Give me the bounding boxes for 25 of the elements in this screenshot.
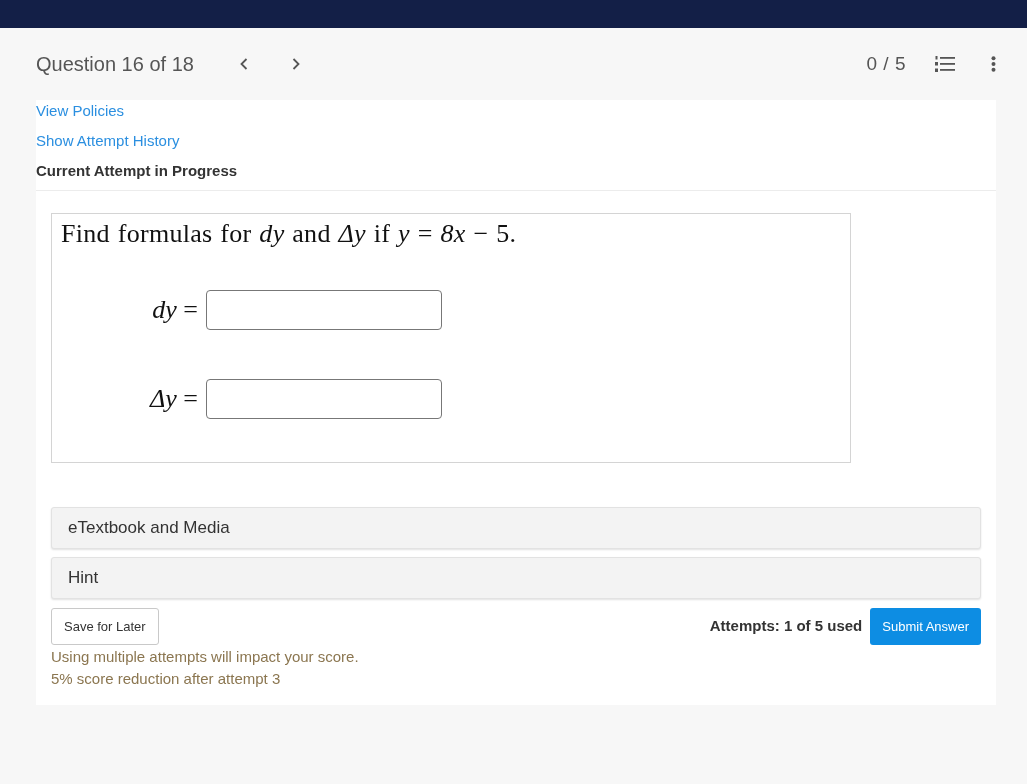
accordion-header[interactable]: eTextbook and Media (51, 507, 981, 549)
previous-button[interactable] (238, 57, 249, 71)
math-label: dy = (151, 295, 198, 325)
question-list-button[interactable] (935, 56, 955, 72)
math-label: Δy = (148, 384, 198, 414)
attempt-status: Current Attempt in Progress (36, 161, 238, 181)
chevron-right-icon (291, 58, 300, 70)
question-counter: Question 16 of 18 (36, 52, 194, 76)
vertical-dots-icon (991, 56, 996, 72)
score-note: Using multiple attempts will impact your score. (51, 647, 359, 667)
chevron-left-icon (239, 58, 248, 70)
policy-link[interactable]: View Policies (36, 100, 125, 122)
save-button[interactable]: Save for Later (51, 608, 159, 645)
more-options-button[interactable] (991, 56, 996, 72)
score-note: 5% score reduction after attempt 3 (51, 669, 281, 689)
question-text: Find formulas for dy and Δy if y = 8x − 5. (61, 220, 517, 248)
answer-field[interactable] (206, 379, 442, 419)
policy-link[interactable]: Show Attempt History (36, 130, 180, 152)
score-text: 0 / 5 (866, 53, 906, 75)
next-button[interactable] (290, 57, 301, 71)
accordion-header[interactable]: Hint (51, 557, 981, 599)
attempts-text: Attempts: 1 of 5 used (709, 617, 863, 634)
submit-button[interactable]: Submit Answer (870, 608, 981, 645)
numbered-list-icon (935, 56, 955, 72)
answer-field[interactable] (206, 290, 442, 330)
